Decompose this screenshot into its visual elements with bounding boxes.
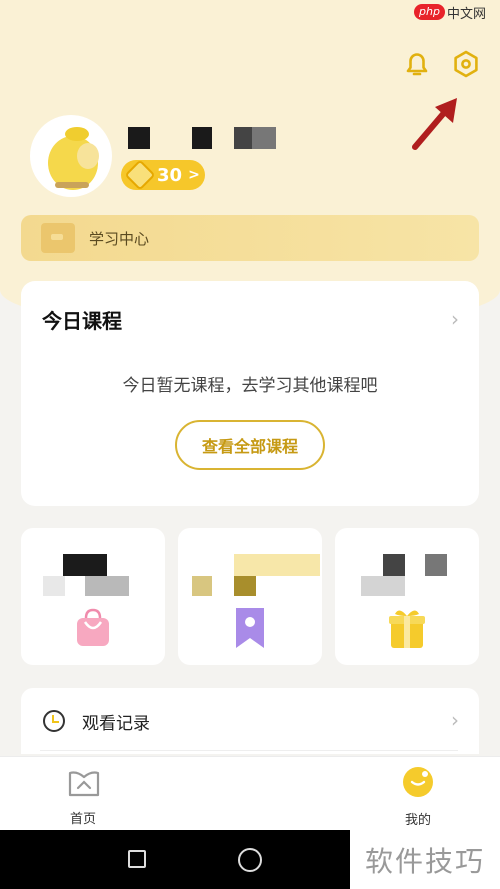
tile-title-redacted: [383, 554, 405, 576]
recent-apps-icon[interactable]: [128, 850, 146, 868]
site-watermark: php 中文网: [414, 3, 486, 22]
bookmark-icon: [230, 606, 270, 654]
tile-title-redacted: [234, 554, 320, 576]
tile-subtitle-redacted: [192, 576, 212, 596]
tile-subtitle-redacted: [43, 576, 65, 596]
bottom-tab-bar: 首页 我的: [0, 756, 500, 831]
study-center-label: 学习中心: [89, 229, 150, 248]
annotation-arrow-icon: [412, 98, 457, 150]
feature-tile-bookmark[interactable]: [178, 528, 322, 665]
today-course-title: 今日课程: [42, 309, 122, 333]
divider: [40, 750, 458, 751]
tab-home-label: 首页: [69, 812, 96, 827]
settings-gear-icon[interactable]: [449, 47, 483, 81]
user-avatar[interactable]: [33, 118, 109, 194]
bottom-watermark: 软件技巧: [350, 830, 500, 889]
chevron-right-icon[interactable]: ›: [451, 307, 459, 331]
watch-history-label: 观看记录: [82, 713, 150, 734]
feature-tile-gift[interactable]: [335, 528, 479, 665]
clock-icon: [43, 710, 65, 732]
tile-title-redacted-2: [425, 554, 447, 576]
home-circle-icon[interactable]: [238, 848, 262, 872]
tile-subtitle-redacted-2: [85, 576, 129, 596]
coin-count: 30: [157, 164, 183, 186]
watermark-badge: php: [414, 4, 445, 20]
tab-mine[interactable]: 我的: [368, 757, 468, 831]
tile-title-redacted: [63, 554, 107, 576]
profile-chick-icon: [403, 767, 433, 797]
chick-avatar-icon: [33, 118, 109, 194]
study-center-banner[interactable]: 学习中心: [21, 215, 479, 261]
coin-icon: [124, 159, 156, 191]
chevron-right-icon: ›: [451, 708, 459, 732]
tile-subtitle-redacted: [361, 576, 405, 596]
shopping-bag-icon: [71, 606, 115, 654]
today-course-card: 今日课程 › 今日暂无课程，去学习其他课程吧 查看全部课程: [21, 281, 479, 506]
coin-balance-button[interactable]: 30 >: [121, 159, 205, 191]
study-box-icon: [41, 223, 75, 253]
view-all-courses-button[interactable]: 查看全部课程: [175, 420, 325, 470]
empty-course-message: 今日暂无课程，去学习其他课程吧: [122, 376, 378, 396]
feature-tile-shop[interactable]: [21, 528, 165, 665]
watch-history-row[interactable]: 观看记录 ›: [21, 688, 479, 754]
notification-bell-icon[interactable]: [400, 47, 434, 81]
tab-home[interactable]: 首页: [33, 757, 133, 831]
gift-icon: [385, 606, 429, 654]
coin-arrow-icon: >: [188, 167, 200, 183]
watermark-text: 中文网: [446, 6, 486, 22]
tile-subtitle-redacted-2: [234, 576, 256, 596]
open-book-icon: [68, 771, 100, 797]
user-name-redacted: [126, 127, 286, 151]
tab-mine-label: 我的: [404, 813, 431, 827]
